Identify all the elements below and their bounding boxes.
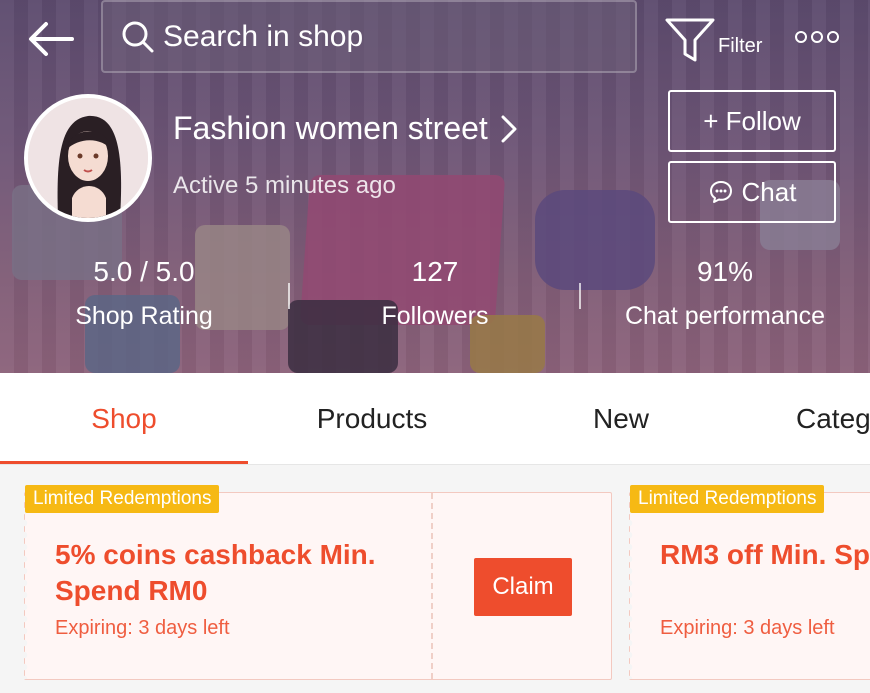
shop-name-link[interactable]: Fashion women street <box>173 110 520 147</box>
stat-divider <box>288 283 290 309</box>
arrow-left-icon <box>29 22 74 56</box>
active-status: Active 5 minutes ago <box>173 172 396 199</box>
back-button[interactable] <box>22 14 78 64</box>
tab-categories[interactable]: Categ <box>746 373 870 464</box>
more-options-button[interactable] <box>795 24 845 50</box>
shop-tabs: Shop Products New Categ <box>0 373 870 465</box>
filter-icon <box>665 18 715 62</box>
shop-avatar[interactable] <box>24 94 152 222</box>
voucher-expiry: Expiring: 3 days left <box>660 617 835 639</box>
stat-value: 5.0 / 5.0 <box>93 256 195 287</box>
shop-name: Fashion women street <box>173 110 488 146</box>
tab-products[interactable]: Products <box>248 373 496 464</box>
search-icon <box>122 21 154 52</box>
voucher-title: 5% coins cashback Min. Spend RM0 <box>55 539 376 606</box>
avatar-illustration <box>28 98 148 218</box>
chat-button[interactable]: Chat <box>668 161 836 223</box>
claim-button[interactable]: Claim <box>474 558 572 616</box>
voucher-expiry: Expiring: 3 days left <box>55 617 230 639</box>
search-input[interactable]: Search in shop <box>101 0 637 73</box>
stat-label: Chat performance <box>624 302 826 330</box>
stat-value: 91% <box>696 256 754 287</box>
follow-label: + Follow <box>703 105 801 136</box>
dot-icon <box>827 31 839 43</box>
top-bar: Search in shop Filter <box>0 0 870 80</box>
stat-label: Shop Rating <box>75 302 213 330</box>
filter-label: Filter <box>718 35 763 57</box>
filter-button[interactable]: Filter <box>664 12 774 64</box>
stat-shop-rating: 5.0 / 5.0 Shop Rating <box>58 256 230 331</box>
voucher-list: Limited Redemptions 5% coins cashback Mi… <box>0 465 870 693</box>
voucher-title: RM3 off Min. Spend RM20 <box>660 539 870 570</box>
limited-tag: Limited Redemptions <box>25 485 220 513</box>
shop-header-banner: Search in shop Filter Fashion women stre… <box>0 0 870 373</box>
chat-label: Chat <box>741 176 797 207</box>
voucher-card[interactable]: Limited Redemptions RM3 off Min. Spend R… <box>629 485 870 680</box>
stat-value: 127 <box>411 256 459 287</box>
voucher-card[interactable]: Limited Redemptions 5% coins cashback Mi… <box>24 485 612 680</box>
chat-bubble-icon <box>709 181 732 203</box>
dot-icon <box>811 31 823 43</box>
stat-followers[interactable]: 127 Followers <box>360 256 510 331</box>
limited-tag: Limited Redemptions <box>630 485 825 513</box>
follow-button[interactable]: + Follow <box>668 90 836 152</box>
dot-icon <box>795 31 807 43</box>
chevron-right-icon <box>501 115 517 142</box>
search-placeholder: Search in shop <box>163 19 364 53</box>
stat-divider <box>579 283 581 309</box>
voucher-divider <box>431 493 433 679</box>
stat-label: Followers <box>381 302 489 330</box>
tab-new[interactable]: New <box>496 373 746 464</box>
stat-chat-performance: 91% Chat performance <box>610 256 840 331</box>
tab-shop[interactable]: Shop <box>0 373 248 464</box>
